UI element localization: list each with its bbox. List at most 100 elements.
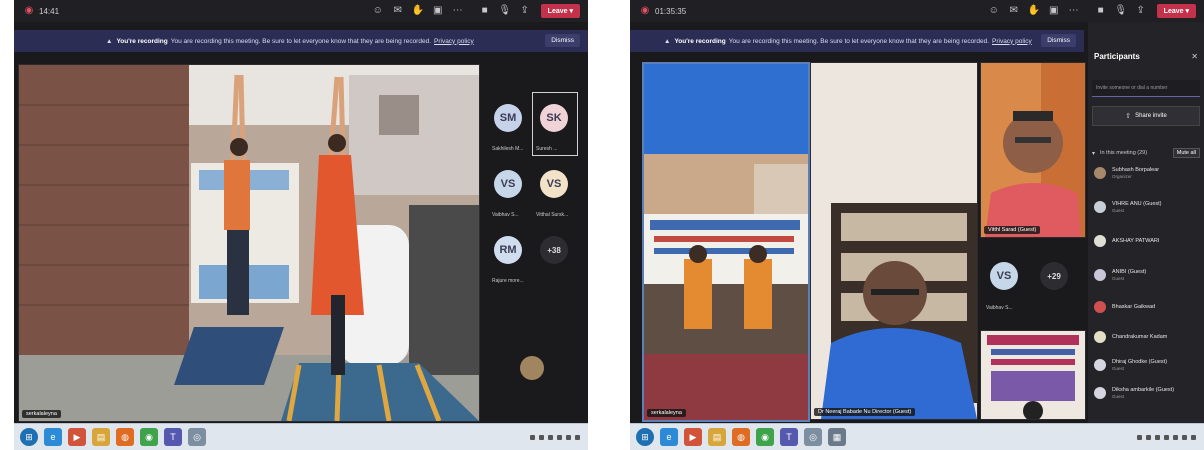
stage-video-frame [644, 64, 808, 420]
avatar-name: Vaibhav S... [492, 212, 519, 218]
avatar-name: Suresh ... [536, 146, 558, 152]
teams-icon[interactable]: T [164, 428, 182, 446]
avatar-name: Sakhilesh M... [492, 146, 524, 152]
privacy-policy-link[interactable]: Privacy policy [434, 38, 474, 45]
view-icon[interactable]: ▣ [431, 4, 445, 18]
teams-icon[interactable]: T [780, 428, 798, 446]
media-icon[interactable]: ▶ [68, 428, 86, 446]
chrome-icon[interactable]: ◉ [756, 428, 774, 446]
participant-row[interactable]: AKSHAY PATWARI [1094, 232, 1200, 250]
privacy-policy-link[interactable]: Privacy policy [992, 38, 1032, 45]
windows-taskbar: ⊞ e ▶ ▤ ◍ ◉ T ◎ [14, 423, 588, 450]
meeting-timer: 01:35:35 [655, 6, 687, 16]
meeting-toolbar: ◉ 14:41 ☺ ✉ ✋ ▣ ⋯ ■ 🎙 ⇪ Leave ▾ [14, 0, 588, 22]
app-icon[interactable]: ◎ [804, 428, 822, 446]
firefox-icon[interactable]: ◍ [732, 428, 750, 446]
share-invite-button[interactable]: ⇧ Share invite [1092, 106, 1200, 126]
recording-banner: ▲ You're recording You are recording thi… [14, 30, 588, 52]
participant-row[interactable]: Subhash Borpalear Organizer [1094, 164, 1200, 182]
chrome-icon[interactable]: ◉ [140, 428, 158, 446]
participant-name-label: Dr Neeraj Babade Nu Director (Guest) [814, 408, 916, 416]
leave-button[interactable]: Leave ▾ [540, 4, 580, 18]
avatar-name: Vaibhav S... [986, 305, 1013, 311]
poster-video-tile [980, 330, 1086, 420]
windows-taskbar: ⊞ e ▶ ▤ ◍ ◉ T ◎ ▦ [630, 423, 1204, 450]
avatar[interactable]: SM [494, 104, 522, 132]
invite-input[interactable]: Invite someone or dial a number [1092, 80, 1200, 97]
stage-video-tile: serkalaleyna [642, 62, 810, 422]
system-tray [528, 434, 582, 440]
firefox-icon[interactable]: ◍ [116, 428, 134, 446]
folder-icon[interactable]: ▤ [708, 428, 726, 446]
share-screen-icon[interactable]: ⇪ [518, 4, 532, 18]
speaker-video-frame [811, 63, 977, 419]
participant-video-tile: Vitthl Sarad (Guest) [980, 62, 1086, 238]
start-icon[interactable]: ⊞ [20, 428, 38, 446]
people-icon[interactable]: ☺ [987, 4, 1001, 18]
yoga-video-frame [19, 65, 479, 421]
participant-row[interactable]: Diksha ambarkile (Guest) Guest [1094, 384, 1200, 402]
speaker-video-tile: Dr Neeraj Babade Nu Director (Guest) [810, 62, 978, 420]
mute-all-button[interactable]: Mute all [1172, 148, 1200, 158]
participant-row[interactable]: VIHRE ANU (Guest) Guest [1094, 198, 1200, 216]
camera-icon[interactable]: ■ [478, 4, 492, 18]
participant-row[interactable]: Chandrakumar Kadam [1094, 328, 1200, 346]
avatar[interactable]: VS [540, 170, 568, 198]
more-participants-badge[interactable]: +29 [1040, 262, 1068, 290]
avatar[interactable]: VS [990, 262, 1018, 290]
avatar [1094, 269, 1106, 281]
ie-icon[interactable]: e [44, 428, 62, 446]
system-tray [1135, 434, 1198, 440]
participants-panel: Participants ✕ Invite someone or dial a … [1088, 22, 1204, 424]
more-actions-icon[interactable]: ⋯ [1067, 4, 1081, 18]
camera-icon[interactable]: ■ [1094, 4, 1108, 18]
raise-hand-icon[interactable]: ✋ [1027, 4, 1041, 18]
chevron-down-icon[interactable]: ▾ [1092, 150, 1095, 157]
participant-row[interactable]: ANIBI (Guest) Guest [1094, 266, 1200, 284]
avatar [1094, 387, 1106, 399]
chat-icon[interactable]: ✉ [391, 4, 405, 18]
dismiss-button[interactable]: Dismiss [545, 34, 580, 47]
share-screen-icon[interactable]: ⇪ [1134, 4, 1148, 18]
media-icon[interactable]: ▶ [684, 428, 702, 446]
microphone-icon[interactable]: 🎙 [1114, 4, 1128, 18]
meeting-timer: 14:41 [39, 6, 60, 16]
avatar [1094, 359, 1106, 371]
teams-meeting-window-left: ◉ 14:41 ☺ ✉ ✋ ▣ ⋯ ■ 🎙 ⇪ Leave ▾ ▲ You're… [14, 0, 588, 450]
dismiss-button[interactable]: Dismiss [1041, 34, 1076, 47]
chat-icon[interactable]: ✉ [1007, 4, 1021, 18]
participant-name-label: serkalaleyna [22, 410, 61, 418]
self-view-avatar [520, 356, 544, 380]
share-icon: ⇧ [1125, 113, 1132, 120]
participant-row[interactable]: Bhaskar Gaikwad [1094, 298, 1200, 316]
avatar[interactable]: SK [540, 104, 568, 132]
record-icon: ◉ [24, 5, 34, 16]
participant-row[interactable]: Dhiraj Ghodke (Guest) Guest [1094, 356, 1200, 374]
more-actions-icon[interactable]: ⋯ [451, 4, 465, 18]
recording-title: You're recording [116, 37, 168, 45]
app-icon[interactable]: ◎ [188, 428, 206, 446]
raise-hand-icon[interactable]: ✋ [411, 4, 425, 18]
microphone-icon[interactable]: 🎙 [498, 4, 512, 18]
ie-icon[interactable]: e [660, 428, 678, 446]
view-icon[interactable]: ▣ [1047, 4, 1061, 18]
participant-name-label: Vitthl Sarad (Guest) [984, 226, 1041, 234]
avatar [1094, 235, 1106, 247]
avatar[interactable]: RM [494, 236, 522, 264]
recording-banner: ▲ You're recording You are recording thi… [630, 30, 1084, 52]
more-participants-badge[interactable]: +38 [540, 236, 568, 264]
people-icon[interactable]: ☺ [371, 4, 385, 18]
app-icon[interactable]: ▦ [828, 428, 846, 446]
panel-title: Participants [1094, 52, 1140, 61]
avatar[interactable]: VS [494, 170, 522, 198]
warning-icon: ▲ [664, 37, 671, 45]
close-icon[interactable]: ✕ [1191, 52, 1198, 61]
avatar-name: Rajure more... [492, 278, 524, 284]
folder-icon[interactable]: ▤ [92, 428, 110, 446]
leave-button[interactable]: Leave ▾ [1156, 4, 1196, 18]
recording-message: You are recording this meeting. Be sure … [170, 37, 431, 45]
recording-title: You're recording [674, 37, 726, 45]
record-icon: ◉ [640, 5, 650, 16]
avatar [1094, 201, 1106, 213]
start-icon[interactable]: ⊞ [636, 428, 654, 446]
